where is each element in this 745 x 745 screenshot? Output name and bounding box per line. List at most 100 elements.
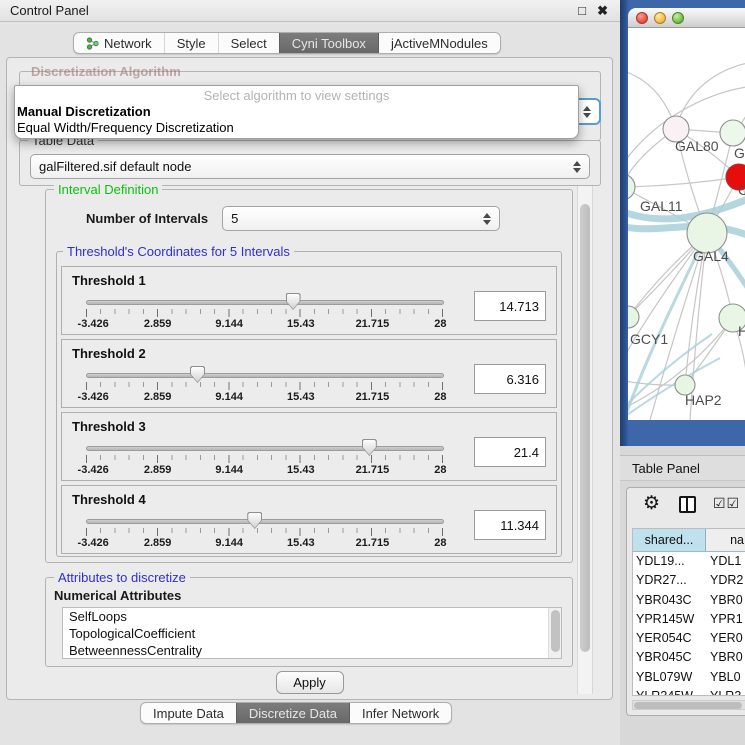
threshold-4-label: Threshold 4 — [72, 492, 146, 507]
network-view-window: GAL80 G C GAL11 GAL4 GCY1 H HAP2 — [620, 0, 745, 446]
table-row[interactable]: YPR145WYPR1 — [633, 610, 745, 629]
tab-jactivemnodules-label: jActiveMNodules — [391, 36, 488, 51]
node-partial-top-right[interactable] — [720, 120, 745, 146]
close-traffic-light-icon[interactable] — [636, 12, 648, 24]
table-row[interactable]: YLR345WYLR3 — [633, 687, 745, 696]
tab-select[interactable]: Select — [218, 33, 279, 53]
slider-track[interactable] — [86, 300, 444, 305]
tab-cyni-toolbox[interactable]: Cyni Toolbox — [279, 33, 378, 53]
tick-label: 28 — [434, 464, 446, 476]
combo-stepper-icon — [483, 213, 491, 225]
attribute-item[interactable]: TopologicalCoefficient — [63, 625, 561, 642]
node-gcy1[interactable] — [628, 306, 639, 328]
threshold-1-slider-thumb[interactable] — [286, 293, 301, 310]
threshold-4-slider-thumb[interactable] — [247, 512, 262, 529]
threshold-4-slider[interactable]: -3.426 2.859 9.144 15.43 21.715 28 — [86, 519, 444, 550]
table-row[interactable]: YBL079WYBL0 — [633, 668, 745, 687]
attributes-list-scrollbar[interactable] — [548, 608, 561, 658]
zoom-traffic-light-icon[interactable] — [672, 12, 684, 24]
tick-label: 21.715 — [356, 318, 390, 330]
attributes-list-scrollbar-thumb[interactable] — [551, 610, 560, 652]
tick-label: 28 — [434, 391, 446, 403]
threshold-2-slider-thumb[interactable] — [190, 366, 205, 383]
float-window-icon[interactable]: □ — [578, 0, 586, 21]
table-row[interactable]: YDR27...YDR2 — [633, 571, 745, 590]
checkbox-icons[interactable]: ☑☑ — [713, 495, 740, 512]
node-gal11[interactable] — [628, 174, 635, 200]
columns-icon[interactable] — [679, 496, 696, 513]
numerical-attributes-label: Numerical Attributes — [54, 588, 572, 603]
node-table[interactable]: shared... na YDL19...YDL1 YDR27...YDR2 Y… — [632, 528, 745, 696]
tick-label: 15.43 — [287, 318, 315, 330]
table-data-combobox[interactable]: galFiltered.sif default node — [30, 154, 590, 179]
interval-definition-group: Interval Definition Number of Intervals … — [45, 189, 573, 563]
tab-jactivemnodules[interactable]: jActiveMNodules — [378, 33, 500, 53]
cell: YER054C — [633, 629, 706, 648]
attribute-item[interactable]: BetweennessCentrality — [63, 642, 561, 659]
network-canvas[interactable]: GAL80 G C GAL11 GAL4 GCY1 H HAP2 — [628, 28, 745, 420]
attribute-item[interactable]: SelfLoops — [63, 608, 561, 625]
table-data-value: galFiltered.sif default node — [39, 159, 191, 174]
cell: YER0 — [706, 629, 745, 648]
option-equal-width-frequency[interactable]: Equal Width/Frequency Discretization — [17, 120, 234, 135]
tab-select-label: Select — [231, 36, 267, 51]
slider-track[interactable] — [86, 373, 444, 378]
table-row[interactable]: YBR043CYBR0 — [633, 591, 745, 610]
column-header-name[interactable]: na — [706, 529, 745, 551]
slider-track[interactable] — [86, 519, 444, 524]
tick-label: 21.715 — [356, 537, 390, 549]
tab-network[interactable]: Network — [74, 33, 164, 53]
table-row[interactable]: YDL19...YDL1 — [633, 552, 745, 571]
threshold-4-panel: Threshold 4 -3.426 2.859 9.144 15.43 21.… — [61, 485, 557, 554]
threshold-2-value-field[interactable] — [474, 364, 546, 394]
minimize-traffic-light-icon[interactable] — [654, 12, 666, 24]
cyni-toolbox-panel: Discretization Algorithm Select algorith… — [6, 57, 613, 700]
tick-label: 2.859 — [144, 391, 172, 403]
attributes-group: Attributes to discretize Numerical Attri… — [45, 577, 573, 667]
table-horizontal-scrollbar[interactable] — [632, 700, 745, 710]
threshold-1-slider[interactable]: -3.426 2.859 9.144 15.43 21.715 28 — [86, 300, 444, 331]
tab-cyni-toolbox-label: Cyni Toolbox — [292, 36, 366, 51]
tick-label: -3.426 — [78, 391, 109, 403]
tick-label: 9.144 — [215, 464, 243, 476]
network-window-titlebar — [628, 8, 745, 28]
table-horizontal-scrollbar-thumb[interactable] — [634, 702, 742, 709]
node-gal4[interactable] — [687, 213, 727, 253]
threshold-3-value-field[interactable] — [474, 437, 546, 467]
numerical-attributes-list[interactable]: SelfLoops TopologicalCoefficient Between… — [62, 607, 562, 659]
gear-icon[interactable]: ⚙ — [643, 492, 660, 515]
control-panel-window: Control Panel □ ✖ Network Style Select C… — [0, 0, 620, 745]
threshold-2-slider[interactable]: -3.426 2.859 9.144 15.43 21.715 28 — [86, 373, 444, 404]
threshold-3-slider[interactable]: -3.426 2.859 9.144 15.43 21.715 28 — [86, 446, 444, 477]
threshold-3-slider-thumb[interactable] — [362, 439, 377, 456]
slider-track[interactable] — [86, 446, 444, 451]
number-of-intervals-combobox[interactable]: 5 — [222, 206, 500, 231]
settings-scrollbar-thumb[interactable] — [580, 204, 590, 652]
close-window-icon[interactable]: ✖ — [597, 0, 608, 21]
threshold-4-value-field[interactable] — [474, 510, 546, 540]
settings-scrollbar[interactable] — [577, 186, 593, 694]
threshold-2-panel: Threshold 2 -3.426 2.859 9.144 15.43 21.… — [61, 339, 557, 408]
option-manual-discretization[interactable]: Manual Discretization — [17, 104, 151, 119]
table-data-group: Table Data galFiltered.sif default node — [19, 140, 601, 186]
apply-button[interactable]: Apply — [276, 671, 344, 694]
window-title: Control Panel — [10, 0, 89, 21]
number-of-intervals-label: Number of Intervals — [86, 211, 208, 226]
slider-tick-labels: -3.426 2.859 9.144 15.43 21.715 28 — [86, 391, 444, 404]
tab-discretize-data[interactable]: Discretize Data — [236, 703, 349, 723]
thresholds-group: Threshold's Coordinates for 5 Intervals … — [56, 251, 562, 557]
column-header-shared-name[interactable]: shared... — [633, 529, 706, 551]
table-row[interactable]: YBR045CYBR0 — [633, 648, 745, 667]
tab-impute-data-label: Impute Data — [153, 706, 224, 721]
tab-impute-data[interactable]: Impute Data — [141, 703, 236, 723]
cell: YDR27... — [633, 571, 706, 590]
tab-style-label: Style — [177, 36, 206, 51]
tab-style[interactable]: Style — [164, 33, 218, 53]
slider-ticks — [86, 528, 444, 536]
tab-network-label: Network — [104, 36, 152, 51]
table-row[interactable]: YER054CYER0 — [633, 629, 745, 648]
tab-infer-network[interactable]: Infer Network — [349, 703, 451, 723]
threshold-1-value-field[interactable] — [474, 291, 546, 321]
number-of-intervals-value: 5 — [231, 211, 238, 226]
tick-label: 2.859 — [144, 537, 172, 549]
